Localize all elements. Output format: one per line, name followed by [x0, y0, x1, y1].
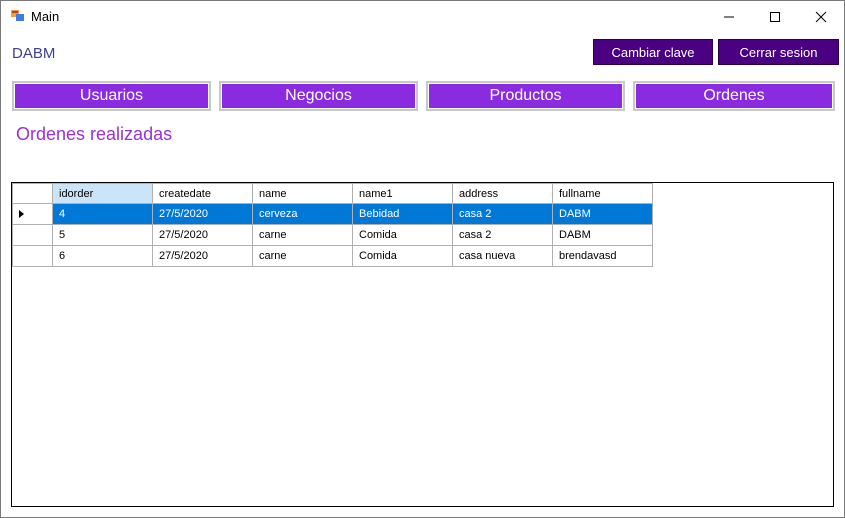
- change-password-button[interactable]: Cambiar clave: [593, 39, 713, 65]
- nav-usuarios-button[interactable]: Usuarios: [12, 81, 211, 111]
- cell-fullname[interactable]: brendavasd: [552, 245, 653, 267]
- cell-name[interactable]: cerveza: [252, 203, 353, 225]
- corner-header-cell[interactable]: [12, 183, 53, 204]
- column-header-createdate[interactable]: createdate: [152, 183, 253, 204]
- cell-address[interactable]: casa 2: [452, 224, 553, 246]
- cell-address[interactable]: casa nueva: [452, 245, 553, 267]
- minimize-button[interactable]: [706, 1, 752, 32]
- maximize-icon: [770, 11, 780, 22]
- logout-button[interactable]: Cerrar sesion: [718, 39, 839, 65]
- column-header-address[interactable]: address: [452, 183, 553, 204]
- cell-createdate[interactable]: 27/5/2020: [152, 245, 253, 267]
- current-row-arrow-icon: [19, 210, 24, 219]
- app-icon: [11, 9, 25, 23]
- minimize-icon: [724, 16, 734, 17]
- nav-ordenes-button[interactable]: Ordenes: [633, 81, 835, 111]
- cell-name1[interactable]: Comida: [352, 224, 453, 246]
- nav-negocios-button[interactable]: Negocios: [219, 81, 418, 111]
- row-header[interactable]: [12, 203, 53, 225]
- page-title: Ordenes realizadas: [16, 124, 173, 144]
- column-header-name1[interactable]: name1: [352, 183, 453, 204]
- column-header-name[interactable]: name: [252, 183, 353, 204]
- cell-idorder[interactable]: 4: [52, 203, 153, 225]
- nav-productos-button[interactable]: Productos: [426, 81, 625, 111]
- cell-idorder[interactable]: 5: [52, 224, 153, 246]
- cell-createdate[interactable]: 27/5/2020: [152, 224, 253, 246]
- orders-table: idorder createdate name name1 address fu…: [12, 183, 653, 267]
- table-row[interactable]: 5 27/5/2020 carne Comida casa 2 DABM: [12, 224, 653, 246]
- cell-fullname[interactable]: DABM: [552, 224, 653, 246]
- cell-name1[interactable]: Bebidad: [352, 203, 453, 225]
- title-bar[interactable]: Main: [1, 1, 844, 32]
- username-label: DABM: [12, 45, 56, 62]
- cell-address[interactable]: casa 2: [452, 203, 553, 225]
- close-button[interactable]: [798, 1, 844, 32]
- cell-fullname[interactable]: DABM: [552, 203, 653, 225]
- cell-name[interactable]: carne: [252, 224, 353, 246]
- header-row: idorder createdate name name1 address fu…: [12, 183, 653, 204]
- table-row[interactable]: 6 27/5/2020 carne Comida casa nueva bren…: [12, 245, 653, 267]
- row-header[interactable]: [12, 245, 53, 267]
- maximize-button[interactable]: [752, 1, 798, 32]
- orders-grid[interactable]: idorder createdate name name1 address fu…: [11, 182, 834, 507]
- window-title: Main: [31, 9, 60, 24]
- table-row[interactable]: 4 27/5/2020 cerveza Bebidad casa 2 DABM: [12, 203, 653, 225]
- cell-idorder[interactable]: 6: [52, 245, 153, 267]
- column-header-idorder[interactable]: idorder: [52, 183, 153, 204]
- cell-name[interactable]: carne: [252, 245, 353, 267]
- cell-createdate[interactable]: 27/5/2020: [152, 203, 253, 225]
- close-icon: [815, 11, 827, 22]
- row-header[interactable]: [12, 224, 53, 246]
- main-window: Main DABM Cambiar clave Cerrar sesion Us…: [0, 0, 845, 518]
- column-header-fullname[interactable]: fullname: [552, 183, 653, 204]
- cell-name1[interactable]: Comida: [352, 245, 453, 267]
